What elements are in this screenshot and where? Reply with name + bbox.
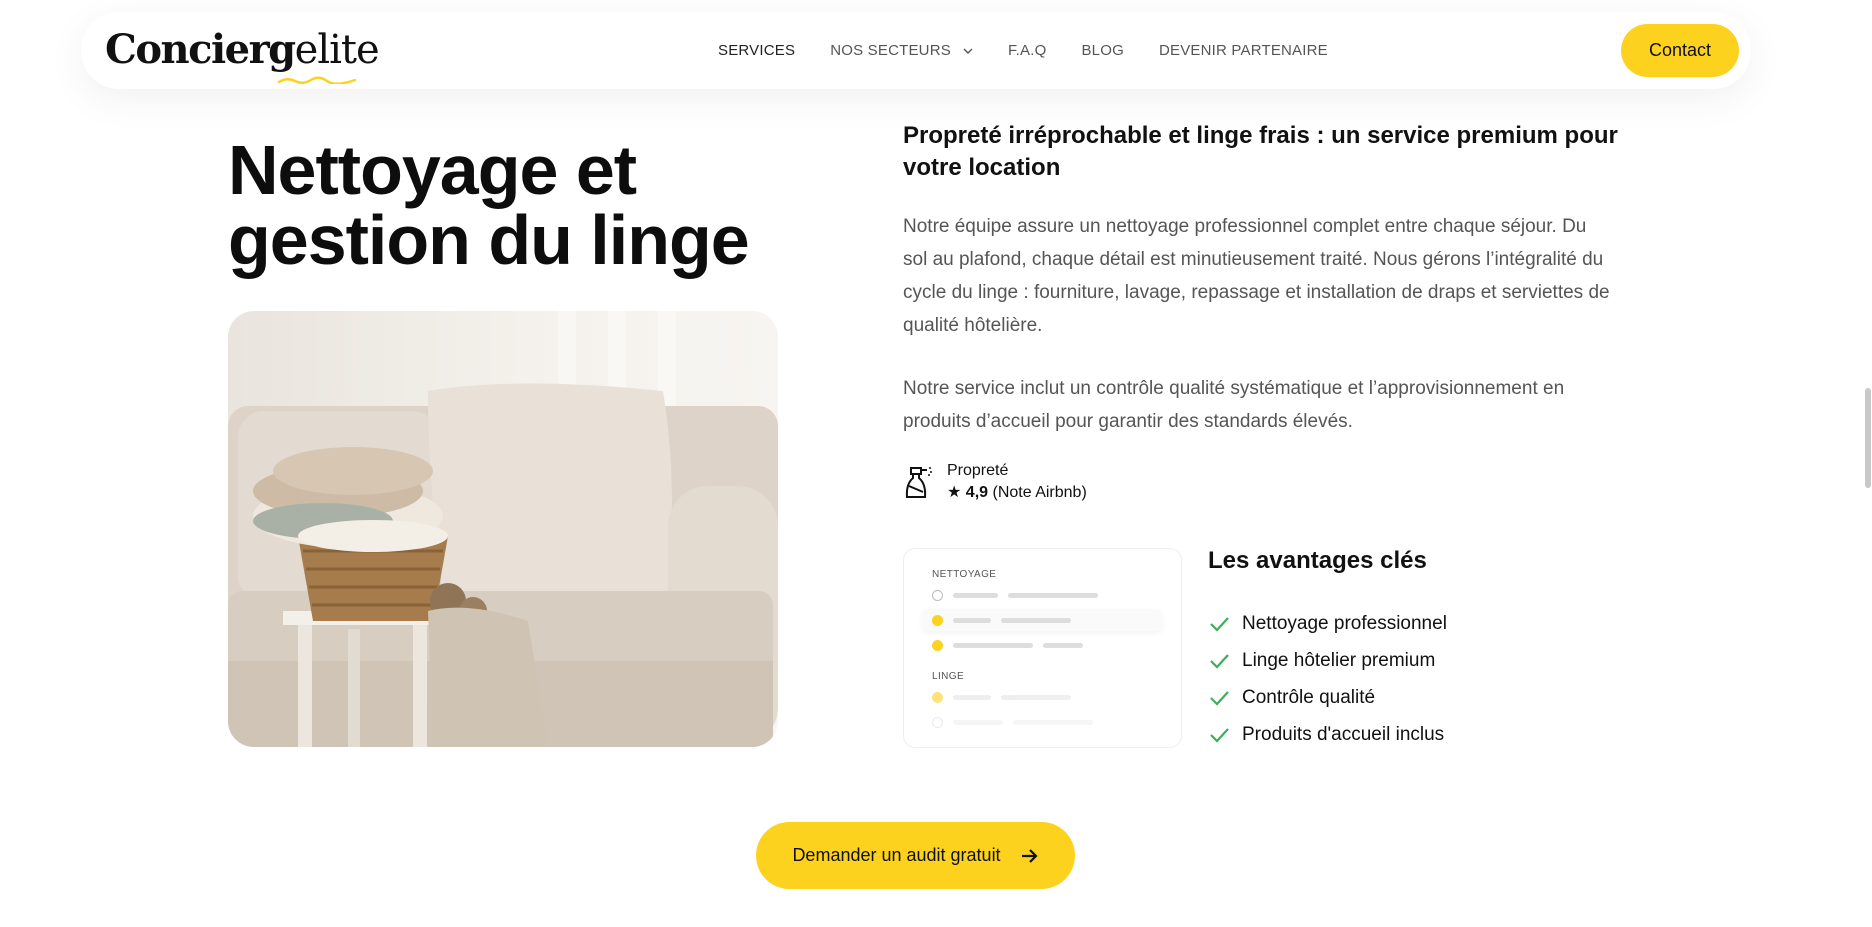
unchecked-circle-icon: [932, 716, 943, 728]
list-item: Contrôle qualité: [1208, 679, 1447, 716]
checked-circle-icon: [932, 639, 943, 651]
advantages-title: Les avantages clés: [1208, 547, 1427, 574]
logo-text-bold: Concierg: [105, 26, 296, 73]
advantage-label: Contrôle qualité: [1242, 686, 1376, 708]
page-scrollbar[interactable]: [1862, 0, 1872, 927]
request-audit-button[interactable]: Demander un audit gratuit: [756, 822, 1075, 889]
advantage-label: Produits d'accueil inclus: [1242, 723, 1445, 745]
checklist-row: [922, 584, 1162, 606]
logo[interactable]: Concierg elite: [105, 26, 380, 84]
page-title: Nettoyage et gestion du linge: [228, 135, 828, 275]
rating-block: Propreté ★ 4,9 (Note Airbnb): [903, 460, 1087, 504]
advantages-list: Nettoyage professionnel Linge hôtelier p…: [1208, 605, 1447, 753]
hero-image: [228, 311, 778, 747]
nav-item-faq[interactable]: F.A.Q: [1008, 42, 1047, 59]
main-nav: SERVICES NOS SECTEURS F.A.Q BLOG DEVENIR…: [718, 12, 1363, 89]
nav-item-label: NOS SECTEURS: [830, 42, 951, 59]
nav-item-services[interactable]: SERVICES: [718, 42, 795, 59]
description-paragraph-2: Notre service inclut un contrôle qualité…: [903, 378, 1565, 432]
nav-item-label: DEVENIR PARTENAIRE: [1158, 42, 1328, 59]
checklist-preview-card: NETTOYAGE LINGE: [903, 548, 1182, 748]
unchecked-circle-icon: [932, 589, 943, 601]
logo-text-light: elite: [294, 27, 380, 73]
site-header: Concierg elite SERVICES NOS SECTEURS F.A.…: [81, 12, 1751, 89]
check-icon: [1210, 727, 1229, 743]
checklist-row: [922, 711, 1162, 733]
spray-bottle-icon: [905, 467, 932, 498]
checklist-section-label: NETTOYAGE: [932, 569, 997, 580]
nav-item-label: BLOG: [1081, 42, 1124, 59]
section-subtitle: Propreté irréprochable et linge frais : …: [903, 122, 1618, 181]
nav-item-partenaire[interactable]: DEVENIR PARTENAIRE: [1159, 42, 1328, 59]
nav-item-secteurs[interactable]: NOS SECTEURS: [830, 42, 973, 59]
logo-underline-icon: [277, 76, 357, 84]
description-paragraph-1: Notre équipe assure un nettoyage profess…: [903, 216, 1610, 336]
rating-text: Propreté ★ 4,9 (Note Airbnb): [947, 460, 1087, 504]
checklist-row: [922, 634, 1162, 656]
checklist-row: [922, 609, 1162, 631]
contact-button[interactable]: Contact: [1621, 24, 1739, 77]
rating-source: (Note Airbnb): [992, 484, 1087, 501]
rating-label: Propreté: [947, 462, 1009, 479]
advantage-label: Nettoyage professionnel: [1242, 612, 1447, 634]
check-icon: [1210, 616, 1229, 632]
title-line-2: gestion du linge: [228, 201, 750, 279]
advantage-label: Linge hôtelier premium: [1242, 649, 1436, 671]
laundry-basket-illustration: [228, 311, 778, 747]
title-line-1: Nettoyage et: [228, 131, 637, 209]
list-item: Linge hôtelier premium: [1208, 642, 1447, 679]
check-icon: [1210, 653, 1229, 669]
star-icon: ★: [947, 484, 962, 501]
list-item: Produits d'accueil inclus: [1208, 716, 1447, 753]
arrow-right-icon: [1021, 848, 1038, 863]
nav-item-blog[interactable]: BLOG: [1081, 42, 1123, 59]
checked-circle-icon: [932, 691, 943, 703]
list-item: Nettoyage professionnel: [1208, 605, 1447, 642]
nav-item-label: SERVICES: [718, 42, 796, 59]
chevron-down-icon: [963, 48, 973, 54]
checklist-section-label: LINGE: [932, 671, 965, 682]
checked-circle-icon: [932, 614, 943, 626]
check-icon: [1210, 690, 1229, 706]
nav-item-label: F.A.Q: [1007, 42, 1047, 59]
rating-value: ★ 4,9 (Note Airbnb): [947, 482, 1087, 504]
cta-label: Demander un audit gratuit: [792, 845, 1001, 865]
scrollbar-thumb[interactable]: [1865, 388, 1871, 488]
rating-score: 4,9: [965, 484, 989, 501]
checklist-row: [922, 686, 1162, 708]
